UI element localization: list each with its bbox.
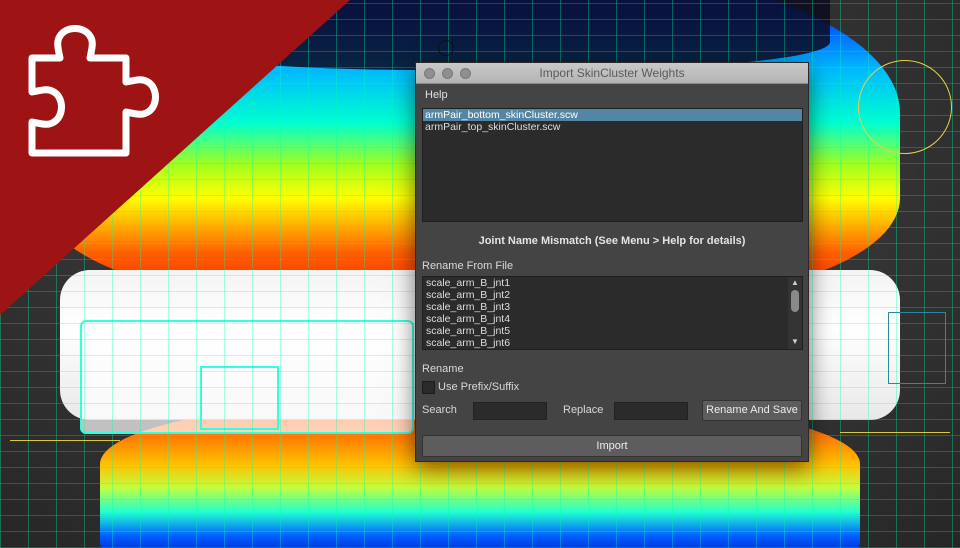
control-square-curve	[888, 312, 946, 384]
joint-list-item[interactable]: scale_arm_B_jnt4	[423, 313, 802, 325]
rename-label: Rename	[422, 363, 464, 375]
file-list[interactable]: armPair_bottom_skinCluster.scw armPair_t…	[422, 108, 803, 222]
replace-label: Replace	[563, 404, 604, 416]
joint-list-scrollbar[interactable]: ▲ ▼	[788, 277, 802, 349]
scroll-thumb[interactable]	[791, 290, 799, 312]
scroll-up-arrow-icon[interactable]: ▲	[791, 278, 799, 287]
import-button[interactable]: Import	[422, 435, 802, 457]
joint-list-item[interactable]: scale_arm_B_jnt6	[423, 337, 802, 349]
import-skincluster-dialog: Import SkinCluster Weights Help armPair_…	[415, 62, 809, 462]
joint-list-item[interactable]: scale_arm_B_jnt5	[423, 325, 802, 337]
use-prefix-suffix-checkbox[interactable]	[422, 381, 435, 394]
search-input[interactable]	[473, 402, 547, 420]
file-list-item[interactable]: armPair_bottom_skinCluster.scw	[423, 109, 802, 121]
plugin-badge	[0, 0, 350, 315]
search-label: Search	[422, 404, 457, 416]
replace-input[interactable]	[614, 402, 688, 420]
control-ring-curve	[858, 60, 952, 154]
rename-and-save-button[interactable]: Rename And Save	[702, 400, 802, 421]
joint-list-item[interactable]: scale_arm_B_jnt3	[423, 301, 802, 313]
rename-from-file-label: Rename From File	[422, 260, 514, 272]
joint-list-item[interactable]: scale_arm_B_jnt1	[423, 277, 802, 289]
title-bar[interactable]: Import SkinCluster Weights	[416, 63, 808, 84]
joint-list[interactable]: scale_arm_B_jnt1 scale_arm_B_jnt2 scale_…	[422, 276, 803, 350]
file-list-item[interactable]: armPair_top_skinCluster.scw	[423, 121, 802, 133]
menu-help[interactable]: Help	[425, 89, 448, 101]
mismatch-message: Joint Name Mismatch (See Menu > Help for…	[478, 235, 746, 247]
locator-icon	[438, 40, 454, 56]
joint-list-item[interactable]: scale_arm_B_jnt2	[423, 289, 802, 301]
scroll-down-arrow-icon[interactable]: ▼	[791, 337, 799, 346]
menu-bar: Help	[416, 84, 808, 106]
use-prefix-suffix-label: Use Prefix/Suffix	[438, 381, 520, 393]
control-curve-line	[840, 432, 950, 433]
window-title: Import SkinCluster Weights	[539, 66, 685, 80]
control-curve-line	[10, 440, 120, 441]
